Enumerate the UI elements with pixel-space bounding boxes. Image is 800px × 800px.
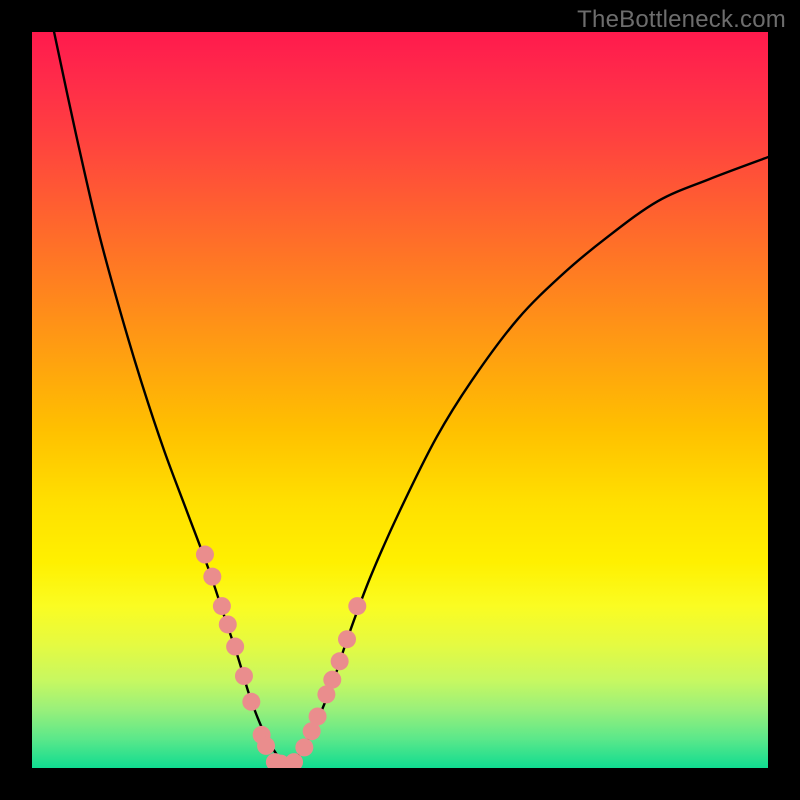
chart-frame: TheBottleneck.com: [0, 0, 800, 800]
highlight-dot: [196, 546, 214, 564]
highlight-dot: [257, 737, 275, 755]
highlight-dot: [226, 638, 244, 656]
highlight-dot: [331, 652, 349, 670]
highlight-dot: [219, 615, 237, 633]
highlight-dot: [203, 568, 221, 586]
highlight-dot: [235, 667, 253, 685]
highlight-dot: [338, 630, 356, 648]
highlight-dots-group: [196, 546, 366, 768]
highlight-dot: [323, 671, 341, 689]
bottleneck-curve: [54, 32, 768, 762]
highlight-dot: [213, 597, 231, 615]
plot-area: [32, 32, 768, 768]
highlight-dot: [348, 597, 366, 615]
highlight-dot: [309, 707, 327, 725]
chart-svg: [32, 32, 768, 768]
highlight-dot: [242, 693, 260, 711]
watermark-text: TheBottleneck.com: [577, 6, 786, 34]
highlight-dot: [295, 738, 313, 756]
